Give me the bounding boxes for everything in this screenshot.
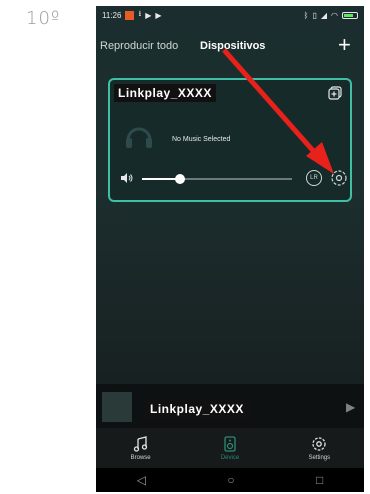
tab-play-all[interactable]: Reproducir todo: [100, 40, 178, 52]
gear-icon: [312, 436, 326, 451]
headphones-icon: [126, 127, 152, 148]
recents-icon[interactable]: □: [316, 473, 323, 487]
now-playing-bar[interactable]: Linkplay_XXXX ▶: [96, 384, 364, 428]
nav-settings[interactable]: Settings: [289, 436, 349, 461]
volume-slider-fill: [142, 178, 180, 180]
play-icon: ▶: [155, 10, 162, 20]
signal-icon: ◢: [320, 10, 328, 20]
bottom-nav: Browse Device Settings: [96, 428, 364, 468]
volume-icon[interactable]: [120, 172, 134, 184]
system-nav-bar: ◁ ○ □: [96, 468, 364, 492]
home-icon[interactable]: ○: [227, 473, 234, 487]
status-right: ᛒ ▯ ◢ ◠: [304, 11, 358, 20]
volume-slider-thumb[interactable]: [174, 174, 185, 184]
nav-device[interactable]: Device: [200, 435, 260, 461]
music-note-icon: [133, 435, 147, 452]
back-icon[interactable]: ◁: [137, 473, 146, 487]
status-left: 11:26 ⭳ ▶ ▶: [102, 8, 162, 22]
nav-label-device: Device: [220, 454, 240, 461]
status-bar: 11:26 ⭳ ▶ ▶ ᛒ ▯ ◢ ◠: [96, 6, 364, 24]
play-icon: ▶: [145, 10, 152, 20]
lr-channel-button[interactable]: LR: [306, 170, 322, 186]
step-number: 10º: [26, 8, 61, 29]
bluetooth-icon: ᛒ: [303, 10, 309, 20]
battery-icon: [342, 11, 358, 19]
nav-label-settings: Settings: [308, 454, 331, 461]
download-icon: ⭳: [138, 9, 142, 18]
volume-slider[interactable]: [142, 174, 292, 184]
playback-status: No Music Selected: [172, 136, 231, 143]
device-icon: [224, 435, 236, 452]
add-icon[interactable]: +: [338, 34, 351, 56]
phone-screen: 11:26 ⭳ ▶ ▶ ᛒ ▯ ◢ ◠ Reproducir todo Disp…: [96, 6, 364, 492]
group-icon[interactable]: [328, 86, 342, 100]
device-name: Linkplay_XXXX: [114, 84, 216, 102]
wifi-icon: ◠: [331, 10, 338, 20]
top-tabs: Reproducir todo Dispositivos +: [96, 34, 364, 60]
play-icon[interactable]: ▶: [346, 400, 355, 414]
flag-icon: [125, 10, 135, 20]
now-playing-thumbnail: [102, 392, 132, 422]
tab-devices[interactable]: Dispositivos: [200, 40, 265, 52]
vibrate-icon: ▯: [312, 10, 317, 20]
status-time: 11:26: [102, 10, 122, 20]
nav-browse[interactable]: Browse: [111, 435, 171, 461]
now-playing-title: Linkplay_XXXX: [144, 400, 250, 418]
nav-label-browse: Browse: [130, 454, 151, 461]
gear-icon[interactable]: [330, 169, 348, 187]
